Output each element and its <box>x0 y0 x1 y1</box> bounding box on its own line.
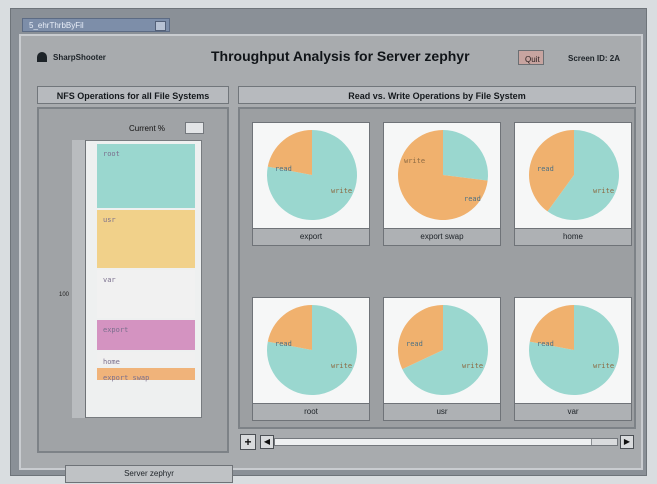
usage-segment[interactable]: var <box>97 270 195 318</box>
pie-tile-label: home <box>515 228 631 245</box>
pie-tile-label: root <box>253 403 369 420</box>
usage-segment-label: export <box>103 326 129 334</box>
pie-chart: read write <box>267 130 357 220</box>
usage-segment-label: root <box>103 150 120 158</box>
main-window: SharpShooter Throughput Analysis for Ser… <box>19 34 643 483</box>
pie-label-read: read <box>537 165 554 173</box>
app-logo-icon <box>37 52 47 62</box>
usage-segment-label: usr <box>103 216 116 224</box>
pie-label-write: write <box>331 187 352 195</box>
scroll-controls: + ◀ ▶ <box>240 434 636 450</box>
pie-chart: read write <box>398 305 488 395</box>
app-logo: SharpShooter <box>37 52 106 62</box>
usage-segment[interactable]: home <box>97 352 195 366</box>
current-label: Current % <box>129 124 166 133</box>
pie-tile[interactable]: read write home <box>514 122 632 246</box>
pie-label-write: write <box>593 362 614 370</box>
pie-slice-read <box>443 130 488 181</box>
pie-tile[interactable]: read write usr <box>383 297 501 421</box>
pie-label-read: read <box>537 340 554 348</box>
window-tab[interactable]: 5_ehrThrbByFil <box>22 18 170 32</box>
pie-label-read: read <box>275 340 292 348</box>
server-button[interactable]: Server zephyr <box>65 465 233 483</box>
pie-tile[interactable]: read write var <box>514 297 632 421</box>
scroll-track[interactable] <box>274 438 618 446</box>
right-panel-title: Read vs. Write Operations by File System <box>238 86 636 104</box>
quit-button[interactable]: Quit <box>518 50 544 65</box>
scale-label: 100 <box>59 292 70 298</box>
pie-tile-label: export <box>253 228 369 245</box>
pie-label-write: write <box>331 362 352 370</box>
pie-label-read: read <box>464 195 481 203</box>
usage-segment[interactable]: export <box>97 320 195 350</box>
left-panel-title: NFS Operations for all File Systems <box>37 86 229 104</box>
pie-tile[interactable]: read write export <box>252 122 370 246</box>
app-name: SharpShooter <box>53 53 106 62</box>
pie-tile-label: usr <box>384 403 500 420</box>
pie-tile-label: var <box>515 403 631 420</box>
scroll-right-arrow[interactable]: ▶ <box>620 435 634 449</box>
pie-tile[interactable]: read write root <box>252 297 370 421</box>
pie-chart: read write <box>529 305 619 395</box>
window-tab-label: 5_ehrThrbByFil <box>29 21 84 30</box>
header: SharpShooter Throughput Analysis for Ser… <box>21 36 641 78</box>
right-panel: read write export read write export swap read w… <box>238 107 636 429</box>
pie-label-read: read <box>406 340 423 348</box>
window-tab-button[interactable] <box>155 21 166 31</box>
pie-chart: read write <box>267 305 357 395</box>
page-title: Throughput Analysis for Server zephyr <box>211 48 470 64</box>
usage-segment[interactable]: export swap <box>97 368 195 382</box>
add-button[interactable]: + <box>240 434 256 450</box>
pie-tile[interactable]: read write export swap <box>383 122 501 246</box>
pie-chart: read write <box>398 130 488 220</box>
pie-label-write: write <box>404 157 425 165</box>
scroll-thumb[interactable] <box>275 439 592 445</box>
usage-scale <box>72 140 86 418</box>
usage-segment[interactable]: root <box>97 144 195 208</box>
pie-chart: read write <box>529 130 619 220</box>
pie-label-read: read <box>275 165 292 173</box>
current-value-field[interactable] <box>185 122 204 134</box>
pie-label-write: write <box>462 362 483 370</box>
usage-segment-label: home <box>103 358 120 366</box>
usage-segment-label: export swap <box>103 374 150 382</box>
pie-label-write: write <box>593 187 614 195</box>
usage-segment-label: var <box>103 276 116 284</box>
screen-id: Screen ID: 2A <box>568 54 621 63</box>
left-panel: Current % 100 root usr var export home export… <box>37 107 233 483</box>
usage-segment[interactable]: usr <box>97 210 195 268</box>
pie-tile-label: export swap <box>384 228 500 245</box>
scroll-left-arrow[interactable]: ◀ <box>260 435 274 449</box>
